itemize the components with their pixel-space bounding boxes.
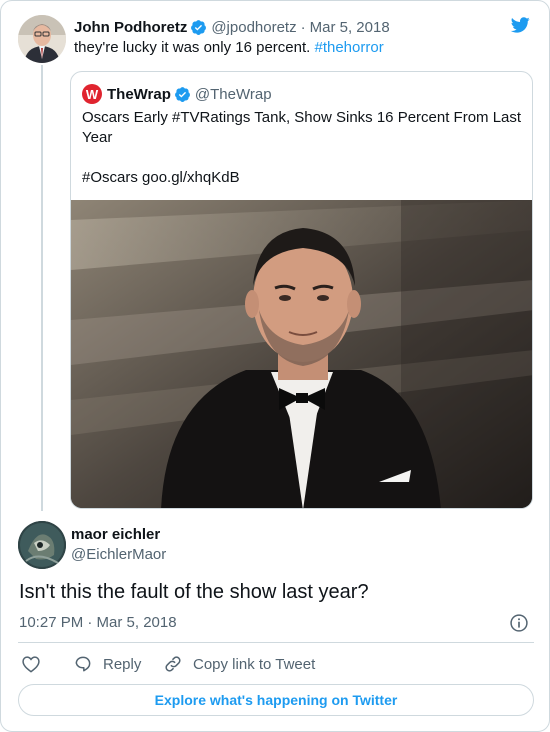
reply-icon bbox=[75, 656, 91, 672]
quoted-author-name: TheWrap bbox=[107, 85, 171, 103]
parent-tweet-date[interactable]: Mar 5, 2018 bbox=[310, 19, 390, 36]
explore-twitter-button[interactable]: Explore what's happening on Twitter bbox=[18, 684, 534, 716]
reply-author-avatar[interactable] bbox=[18, 521, 66, 569]
quoted-tweet-card[interactable]: W TheWrap @TheWrap Oscars Early #TVRatin… bbox=[70, 71, 533, 509]
quoted-tweet-photo[interactable] bbox=[71, 200, 532, 508]
separator-dot: · bbox=[300, 18, 306, 36]
verified-badge-icon bbox=[190, 19, 207, 36]
quoted-author-handle: @TheWrap bbox=[194, 85, 272, 103]
quoted-tweet-header: W TheWrap @TheWrap bbox=[82, 84, 272, 104]
parent-tweet-text: they're lucky it was only 16 percent. #t… bbox=[74, 39, 384, 56]
parent-author-handle[interactable]: @jpodhoretz bbox=[211, 19, 296, 36]
quoted-tweet-line1: Oscars Early #TVRatings Tank, Show Sinks… bbox=[82, 109, 522, 146]
hashtag-link[interactable]: #thehorror bbox=[314, 39, 383, 56]
reply-button[interactable]: Reply bbox=[73, 653, 141, 675]
reply-timestamp[interactable]: 10:27 PM · Mar 5, 2018 bbox=[19, 614, 177, 631]
reply-author-name[interactable]: maor eichler bbox=[71, 526, 160, 543]
twitter-bird-icon[interactable] bbox=[509, 15, 531, 35]
copy-link-label: Copy link to Tweet bbox=[193, 655, 316, 673]
reply-author-handle[interactable]: @EichlerMaor bbox=[71, 546, 166, 563]
reply-tweet-text: Isn't this the fault of the show last ye… bbox=[19, 581, 369, 603]
parent-tweet-header: John Podhoretz @jpodhoretz · Mar 5, 2018 bbox=[74, 17, 390, 37]
tweet-embed-card: John Podhoretz @jpodhoretz · Mar 5, 2018… bbox=[0, 0, 550, 732]
thread-connector-line bbox=[41, 65, 43, 511]
quoted-tweet-text: Oscars Early #TVRatings Tank, Show Sinks… bbox=[82, 108, 522, 188]
parent-author-name[interactable]: John Podhoretz bbox=[74, 19, 187, 36]
verified-badge-icon bbox=[174, 86, 191, 103]
parent-author-avatar[interactable] bbox=[18, 15, 66, 63]
like-button[interactable] bbox=[21, 653, 51, 675]
heart-icon bbox=[22, 656, 40, 673]
reply-button-label: Reply bbox=[103, 655, 142, 673]
copy-link-button[interactable]: Copy link to Tweet bbox=[163, 653, 315, 675]
link-icon bbox=[165, 656, 181, 672]
parent-tweet-body: they're lucky it was only 16 percent. bbox=[74, 39, 315, 56]
divider bbox=[18, 642, 534, 643]
thewrap-logo-avatar: W bbox=[82, 84, 102, 104]
quoted-tweet-line2: #Oscars goo.gl/xhqKdB bbox=[82, 169, 240, 186]
info-icon[interactable] bbox=[509, 613, 529, 633]
